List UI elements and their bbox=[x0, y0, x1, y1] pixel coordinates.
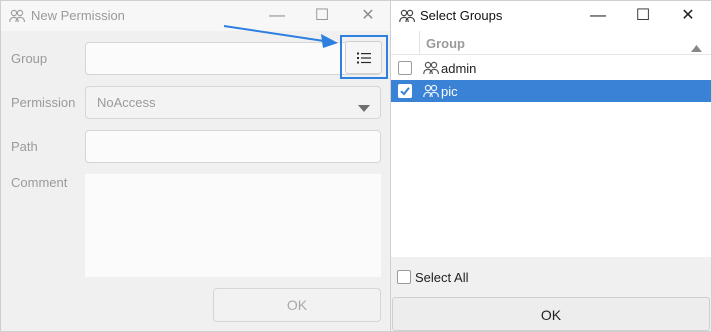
column-divider bbox=[419, 31, 420, 55]
group-column-header[interactable]: Group bbox=[426, 36, 465, 51]
list-header[interactable]: Group bbox=[391, 31, 711, 55]
select-all-label[interactable]: Select All bbox=[415, 270, 468, 285]
permission-select[interactable]: NoAccess bbox=[85, 86, 381, 119]
sort-up-icon bbox=[691, 40, 702, 55]
close-button[interactable]: ✕ bbox=[353, 1, 383, 31]
window-title: New Permission bbox=[31, 8, 125, 23]
row-checkbox[interactable] bbox=[398, 61, 412, 75]
ok-button[interactable]: OK bbox=[392, 297, 710, 331]
close-button[interactable]: ✕ bbox=[673, 1, 703, 31]
group-icon bbox=[9, 9, 25, 26]
path-input[interactable] bbox=[85, 130, 381, 163]
ok-button[interactable]: OK bbox=[213, 288, 381, 322]
dropdown-arrow-icon bbox=[358, 100, 370, 115]
window-title: Select Groups bbox=[420, 8, 503, 23]
checkbox-check-icon bbox=[398, 84, 412, 98]
permission-label: Permission bbox=[11, 95, 76, 110]
minimize-button[interactable]: — bbox=[583, 1, 613, 31]
maximize-button[interactable]: ☐ bbox=[628, 1, 658, 31]
list-row-pic[interactable]: pic bbox=[391, 80, 711, 102]
group-icon bbox=[423, 84, 439, 101]
list-row-admin[interactable]: admin bbox=[391, 57, 711, 79]
select-groups-window: Select Groups — ☐ ✕ Group admin pic Sele… bbox=[390, 0, 712, 332]
row-checkbox-checked[interactable] bbox=[398, 84, 412, 98]
group-icon bbox=[399, 9, 415, 26]
permission-value: NoAccess bbox=[97, 95, 156, 110]
highlight-box bbox=[340, 35, 388, 79]
comment-label: Comment bbox=[11, 175, 68, 190]
row-label: pic bbox=[441, 84, 458, 99]
titlebar: Select Groups — ☐ ✕ bbox=[391, 1, 711, 31]
select-all-checkbox[interactable] bbox=[397, 270, 411, 284]
group-icon bbox=[423, 61, 439, 78]
group-label: Group bbox=[11, 51, 48, 66]
row-label: admin bbox=[441, 61, 477, 76]
annotation-arrow bbox=[223, 25, 338, 48]
groups-list: Group admin pic bbox=[391, 31, 711, 257]
comment-textarea[interactable] bbox=[85, 174, 381, 277]
path-label: Path bbox=[11, 139, 38, 154]
